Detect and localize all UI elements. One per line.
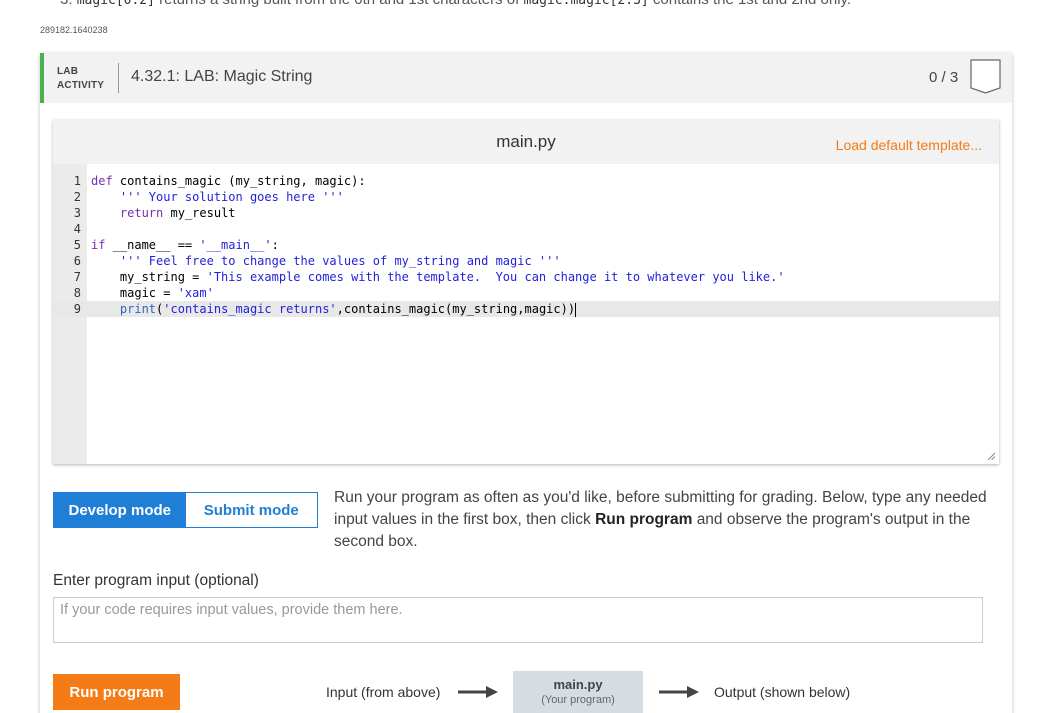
code-line-text: def contains_magic (my_string, magic): (91, 173, 366, 189)
code-line[interactable]: 2 ''' Your solution goes here ''' (53, 189, 999, 205)
line-number: 8 (53, 285, 81, 301)
program-box-name: main.py (513, 677, 643, 692)
code-line-text: ''' Feel free to change the values of my… (91, 253, 561, 269)
line-number: 2 (53, 189, 81, 205)
program-box-subtitle: (Your program) (513, 694, 643, 706)
resize-handle-icon[interactable] (987, 452, 995, 460)
lab-title: 4.32.1: LAB: Magic String (131, 68, 312, 86)
program-box: main.py (Your program) (513, 671, 643, 713)
lab-activity-tag: LAB ACTIVITY (57, 65, 104, 93)
intro-code-1: magic[0:2] (77, 0, 155, 8)
line-number: 3 (53, 205, 81, 221)
lab-tag-line-1: LAB (57, 65, 104, 79)
line-number: 5 (53, 237, 81, 253)
code-line[interactable]: 6 ''' Feel free to change the values of … (53, 253, 999, 269)
arrow-right-icon (659, 685, 699, 699)
editor-header: main.py Load default template... (53, 120, 999, 164)
code-line-text: my_string = 'This example comes with the… (91, 269, 785, 285)
code-line[interactable]: 4 (53, 221, 999, 237)
code-line[interactable]: 7 my_string = 'This example comes with t… (53, 269, 999, 285)
line-number: 4 (53, 221, 81, 237)
line-number: 6 (53, 253, 81, 269)
output-shown-below-label: Output (shown below) (714, 684, 850, 700)
run-program-button[interactable]: Run program (53, 674, 180, 710)
code-line[interactable]: 3 return my_result (53, 205, 999, 221)
intro-text-2: contains the 1st and 2nd only. (653, 0, 851, 8)
code-line[interactable]: 5 if __name__ == '__main__': (53, 237, 999, 253)
line-number: 7 (53, 269, 81, 285)
code-line[interactable]: 9 print('contains_magic returns',contain… (53, 301, 999, 317)
mode-toggle: Develop mode Submit mode (53, 492, 318, 528)
code-line-text: ''' Your solution goes here ''' (91, 189, 344, 205)
code-line[interactable]: 8 magic = 'xam' (53, 285, 999, 301)
code-line-text: print('contains_magic returns',contains_… (91, 301, 576, 317)
line-number: 9 (53, 301, 81, 317)
program-input-field[interactable] (53, 597, 983, 643)
develop-mode-button[interactable]: Develop mode (54, 493, 186, 527)
arrow-right-icon (458, 685, 498, 699)
code-editor: main.py Load default template... 1 def co… (53, 120, 999, 464)
intro-prefix: 3. (60, 0, 73, 8)
lab-header: LAB ACTIVITY 4.32.1: LAB: Magic String 0… (40, 53, 1012, 103)
editor-body[interactable]: 1def contains_magic (my_string, magic):2… (53, 164, 999, 464)
code-line-text: if __name__ == '__main__': (91, 237, 279, 253)
program-input-label: Enter program input (optional) (53, 572, 259, 590)
lab-tag-line-2: ACTIVITY (57, 79, 104, 93)
code-line[interactable]: 1 def contains_magic (my_string, magic): (53, 173, 999, 189)
mode-description-bold: Run program (595, 511, 692, 528)
lab-card: LAB ACTIVITY 4.32.1: LAB: Magic String 0… (40, 53, 1012, 713)
lab-id: 289182.1640238 (40, 25, 108, 35)
intro-text-1: returns a string built from the 0th and … (159, 0, 519, 8)
input-from-above-label: Input (from above) (326, 684, 440, 700)
line-number: 1 (53, 173, 81, 189)
code-line-text: return my_result (91, 205, 236, 221)
completion-badge-icon (970, 59, 1001, 94)
code-line-text: magic = 'xam' (91, 285, 214, 301)
text-cursor (575, 303, 576, 317)
submit-mode-button[interactable]: Submit mode (186, 493, 318, 527)
code-area[interactable]: 1def contains_magic (my_string, magic):2… (53, 173, 999, 317)
intro-code-2: magic.magic[2:3] (524, 0, 649, 8)
lab-score: 0 / 3 (929, 69, 958, 86)
load-default-template-link[interactable]: Load default template... (836, 137, 982, 153)
intro-text-cutoff: 3. magic[0:2] returns a string built fro… (60, 0, 851, 8)
mode-description: Run your program as often as you'd like,… (334, 487, 999, 553)
header-divider (118, 63, 119, 93)
